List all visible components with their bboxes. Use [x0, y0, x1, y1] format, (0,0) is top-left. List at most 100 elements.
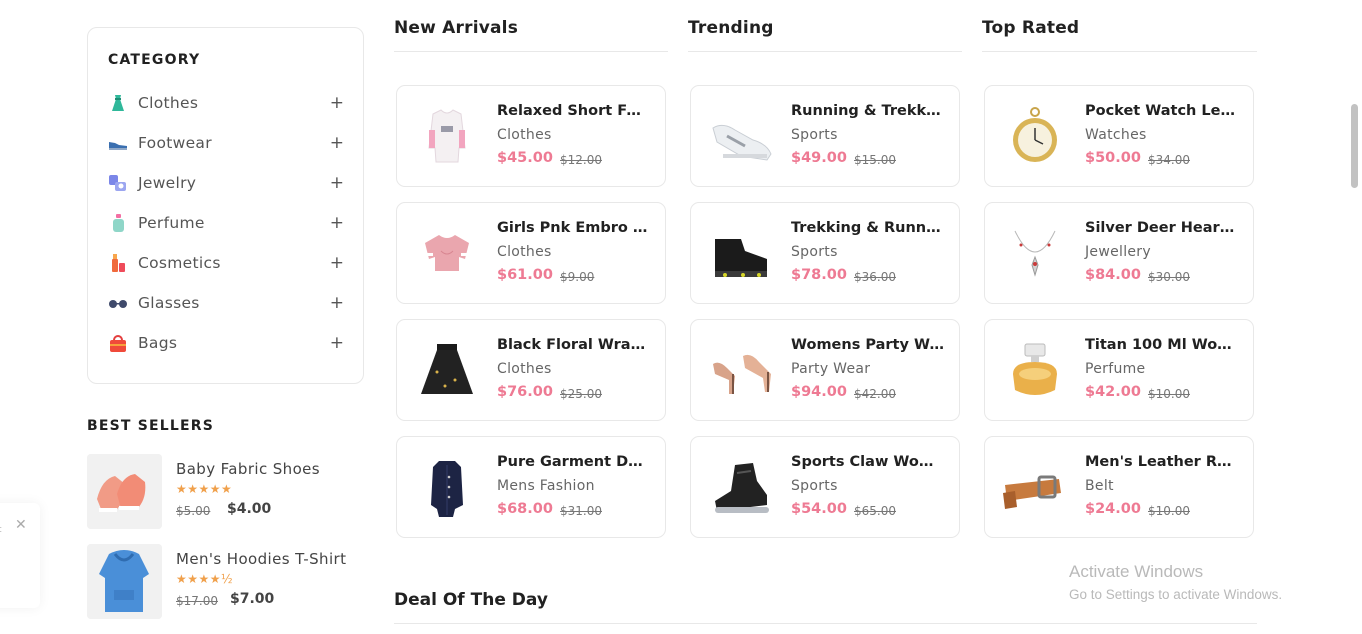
best-seller-item[interactable]: Baby Fabric Shoes ★★★★★ $5.00 $4.00 [87, 454, 367, 530]
product-image[interactable] [999, 217, 1071, 289]
product-card[interactable]: Titan 100 Ml Womens Perfume Perfume $42.… [984, 319, 1254, 421]
product-image[interactable] [705, 451, 777, 523]
product-name[interactable]: Baby Fabric Shoes [176, 460, 320, 478]
expand-icon[interactable]: + [330, 94, 344, 112]
price: $49.00 [791, 150, 847, 166]
divider [688, 51, 962, 52]
divider [394, 51, 668, 52]
glasses-icon [108, 293, 128, 313]
expand-icon[interactable]: + [330, 254, 344, 272]
product-name[interactable]: Womens Party Wear Shoes [791, 337, 945, 353]
product-image[interactable] [705, 217, 777, 289]
old-price: $10.00 [1148, 387, 1190, 401]
product-name[interactable]: Trekking & Running Shoes - black [791, 220, 945, 236]
column-title-new-arrivals: New Arrivals [394, 18, 519, 38]
product-image[interactable] [411, 334, 483, 406]
category-label: Footwear [138, 134, 212, 152]
product-card[interactable]: Relaxed Short Full Sleeve T-Shirt Clothe… [396, 85, 666, 187]
price: $84.00 [1085, 267, 1141, 283]
column-title-trending: Trending [688, 18, 774, 38]
category-title: CATEGORY [108, 52, 201, 68]
bag-icon [108, 333, 128, 353]
product-category: Sports [791, 478, 838, 494]
expand-icon[interactable]: + [330, 214, 344, 232]
product-image[interactable] [705, 100, 777, 172]
product-image[interactable] [411, 451, 483, 523]
close-icon[interactable]: ✕ [15, 517, 27, 533]
category-panel: CATEGORY Clothes + Footwear + Jewelry + … [87, 27, 364, 384]
category-item-cosmetics[interactable]: Cosmetics + [108, 251, 344, 275]
product-category: Mens Fashion [497, 478, 595, 494]
product-name[interactable]: Titan 100 Ml Womens Perfume [1085, 337, 1239, 353]
scrollbar-thumb[interactable] [1351, 104, 1358, 188]
product-card[interactable]: Girls Pnk Embro Design Top Clothes $61.0… [396, 202, 666, 304]
product-card[interactable]: Silver Deer Heart Necklace Jewellery $84… [984, 202, 1254, 304]
product-image[interactable] [411, 217, 483, 289]
product-card[interactable]: Men's Leather Reversible Belt Belt $24.0… [984, 436, 1254, 538]
price: $68.00 [497, 501, 553, 517]
product-name[interactable]: Sports Claw Women's Shoes [791, 454, 945, 470]
price: $61.00 [497, 267, 553, 283]
old-price: $42.00 [854, 387, 896, 401]
toast-text: t [0, 525, 2, 535]
category-item-jewelry[interactable]: Jewelry + [108, 171, 344, 195]
scrollbar-track[interactable] [1348, 0, 1362, 634]
expand-icon[interactable]: + [330, 134, 344, 152]
product-card[interactable]: Black Floral Wrap Midi Skirt Clothes $76… [396, 319, 666, 421]
category-label: Perfume [138, 214, 205, 232]
product-name[interactable]: Running & Trekking Shoes - White [791, 103, 945, 119]
price: $54.00 [791, 501, 847, 517]
product-category: Sports [791, 127, 838, 143]
windows-watermark-title: Activate Windows [1069, 562, 1204, 581]
category-item-clothes[interactable]: Clothes + [108, 91, 344, 115]
product-card[interactable]: Pure Garment Dyed Cotton Shirt Mens Fash… [396, 436, 666, 538]
notification-toast: t ✕ [0, 503, 40, 608]
product-name[interactable]: Men's Leather Reversible Belt [1085, 454, 1239, 470]
old-price: $65.00 [854, 504, 896, 518]
old-price: $15.00 [854, 153, 896, 167]
product-name[interactable]: Pocket Watch Leather Pouch [1085, 103, 1239, 119]
perfume-bottle-icon [108, 213, 128, 233]
product-image[interactable] [705, 334, 777, 406]
product-name[interactable]: Relaxed Short Full Sleeve T-Shirt [497, 103, 651, 119]
category-item-bags[interactable]: Bags + [108, 331, 344, 355]
column-title-top-rated: Top Rated [982, 18, 1080, 38]
product-card[interactable]: Womens Party Wear Shoes Party Wear $94.0… [690, 319, 960, 421]
product-card[interactable]: Pocket Watch Leather Pouch Watches $50.0… [984, 85, 1254, 187]
divider [982, 51, 1257, 52]
price: $24.00 [1085, 501, 1141, 517]
product-name[interactable]: Silver Deer Heart Necklace [1085, 220, 1239, 236]
windows-watermark-subtitle: Go to Settings to activate Windows. [1069, 587, 1283, 602]
cosmetics-icon [108, 253, 128, 273]
category-item-footwear[interactable]: Footwear + [108, 131, 344, 155]
product-name[interactable]: Men's Hoodies T-Shirt [176, 550, 346, 568]
old-price: $36.00 [854, 270, 896, 284]
product-card[interactable]: Sports Claw Women's Shoes Sports $54.00 … [690, 436, 960, 538]
product-card[interactable]: Running & Trekking Shoes - White Sports … [690, 85, 960, 187]
price: $78.00 [791, 267, 847, 283]
expand-icon[interactable]: + [330, 174, 344, 192]
product-image[interactable] [999, 334, 1071, 406]
product-card[interactable]: Trekking & Running Shoes - black Sports … [690, 202, 960, 304]
category-item-perfume[interactable]: Perfume + [108, 211, 344, 235]
old-price: $17.00 [176, 594, 218, 608]
product-name[interactable]: Pure Garment Dyed Cotton Shirt [497, 454, 651, 470]
product-thumbnail[interactable] [87, 544, 162, 619]
price: $7.00 [230, 591, 275, 607]
old-price: $10.00 [1148, 504, 1190, 518]
product-category: Watches [1085, 127, 1147, 143]
product-category: Clothes [497, 127, 552, 143]
product-image[interactable] [999, 100, 1071, 172]
best-seller-item[interactable]: Men's Hoodies T-Shirt ★★★★½ $17.00 $7.00 [87, 544, 367, 620]
product-name[interactable]: Black Floral Wrap Midi Skirt [497, 337, 651, 353]
product-image[interactable] [999, 451, 1071, 523]
product-image[interactable] [411, 100, 483, 172]
price: $94.00 [791, 384, 847, 400]
product-thumbnail[interactable] [87, 454, 162, 529]
old-price: $30.00 [1148, 270, 1190, 284]
expand-icon[interactable]: + [330, 294, 344, 312]
expand-icon[interactable]: + [330, 334, 344, 352]
product-name[interactable]: Girls Pnk Embro Design Top [497, 220, 651, 236]
category-item-glasses[interactable]: Glasses + [108, 291, 344, 315]
old-price: $31.00 [560, 504, 602, 518]
